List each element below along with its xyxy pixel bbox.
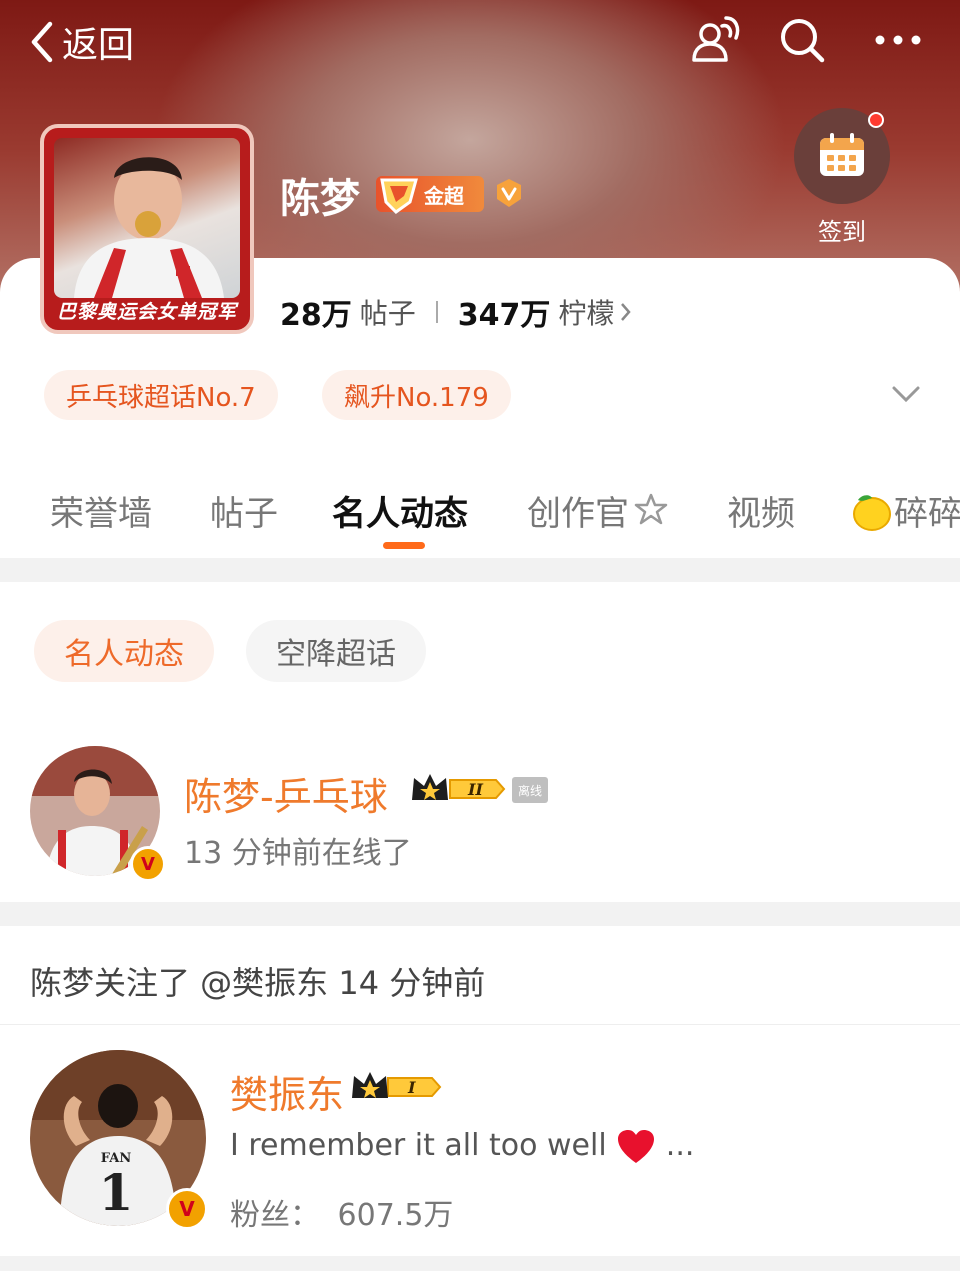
fans-label: 粉丝： [230, 1198, 320, 1233]
filter-celebrity-updates[interactable]: 名人动态 [34, 620, 214, 682]
crown-level-text: II [467, 780, 483, 799]
back-button[interactable]: 返回 [28, 14, 134, 70]
back-label: 返回 [62, 25, 135, 66]
followed-user-name[interactable]: 樊振东 [230, 1064, 344, 1119]
gold-super-badge[interactable]: 金超 [376, 176, 484, 214]
group-chat-button[interactable] [684, 12, 744, 68]
tab-lemon-label: 碎碎 [894, 494, 960, 534]
tab-posts[interactable]: 帖子 [210, 486, 278, 535]
filter-airdrop-topic[interactable]: 空降超话 [246, 620, 426, 682]
crown-level-text: I [407, 1078, 416, 1097]
gold-super-label: 金超 [424, 183, 464, 208]
crown-level-icon: I [352, 1072, 442, 1098]
checkin-label: 签到 [818, 218, 866, 246]
group-chat-icon [692, 16, 740, 62]
tab-creator[interactable]: 创作官 [527, 486, 671, 535]
tab-bar: 荣誉墙 帖子 名人动态 创作官 视频 碎碎 [0, 476, 960, 546]
active-tab-indicator [383, 542, 425, 549]
star-badge-icon [634, 493, 668, 524]
posts-count: 28万 [280, 298, 352, 333]
tab-lemon[interactable]: 碎碎 [848, 486, 960, 535]
more-button[interactable] [868, 12, 928, 68]
lemon-icon [853, 494, 891, 531]
ranking-tag-rising[interactable]: 飙升No.179 [322, 370, 511, 420]
lemons-count: 347万 [457, 298, 551, 333]
chevron-left-icon [31, 21, 53, 63]
verified-icon [497, 179, 521, 207]
tab-video[interactable]: 视频 [727, 486, 795, 535]
search-icon [781, 19, 825, 63]
bio-ellipsis: ... [665, 1128, 695, 1163]
diamond-icon [380, 178, 418, 214]
lemons-label[interactable]: 柠檬 [558, 292, 614, 332]
offline-status-badge: 离线 [512, 777, 548, 803]
search-button[interactable] [772, 12, 832, 68]
followed-user-bio: I remember it all too well ... [230, 1128, 694, 1165]
activity-text[interactable]: 陈梦关注了 @樊振东 14 分钟前 [30, 958, 485, 1004]
posts-label[interactable]: 帖子 [360, 292, 416, 332]
ranking-tag-topic[interactable]: 乒乓球超话No.7 [44, 370, 278, 420]
verified-v-badge: V [130, 846, 166, 882]
profile-stats: 28万 帖子 347万 柠檬 [280, 290, 634, 334]
fans-count: 607.5万 [337, 1198, 454, 1233]
stats-divider [435, 301, 438, 323]
profile-avatar[interactable]: 巴黎奥运会女单冠军 [40, 124, 254, 334]
tab-celebrity-updates[interactable]: 名人动态 [332, 486, 468, 535]
bio-text: I remember it all too well [230, 1128, 607, 1163]
avatar-caption: 巴黎奥运会女单冠军 [56, 301, 237, 323]
profile-name: 陈梦 [280, 176, 360, 222]
calendar-icon [820, 133, 864, 176]
jersey-number: 1 [99, 1163, 134, 1222]
more-icon [875, 35, 921, 45]
verified-v-badge: V [166, 1188, 208, 1230]
heart-icon [618, 1129, 655, 1163]
chevron-right-icon [621, 303, 632, 321]
tab-creator-label: 创作官 [527, 494, 629, 534]
crown-level-icon: II [412, 774, 506, 800]
chevron-down-icon[interactable] [888, 378, 924, 412]
tab-honor-wall[interactable]: 荣誉墙 [50, 486, 152, 535]
avatar-photo [54, 138, 240, 298]
celebrity-name[interactable]: 陈梦-乒乓球 [184, 766, 388, 821]
divider [0, 1024, 960, 1025]
notification-dot [868, 112, 884, 128]
online-status-text: 13 分钟前在线了 [184, 836, 412, 871]
fans-info: 粉丝： 607.5万 [230, 1190, 453, 1234]
